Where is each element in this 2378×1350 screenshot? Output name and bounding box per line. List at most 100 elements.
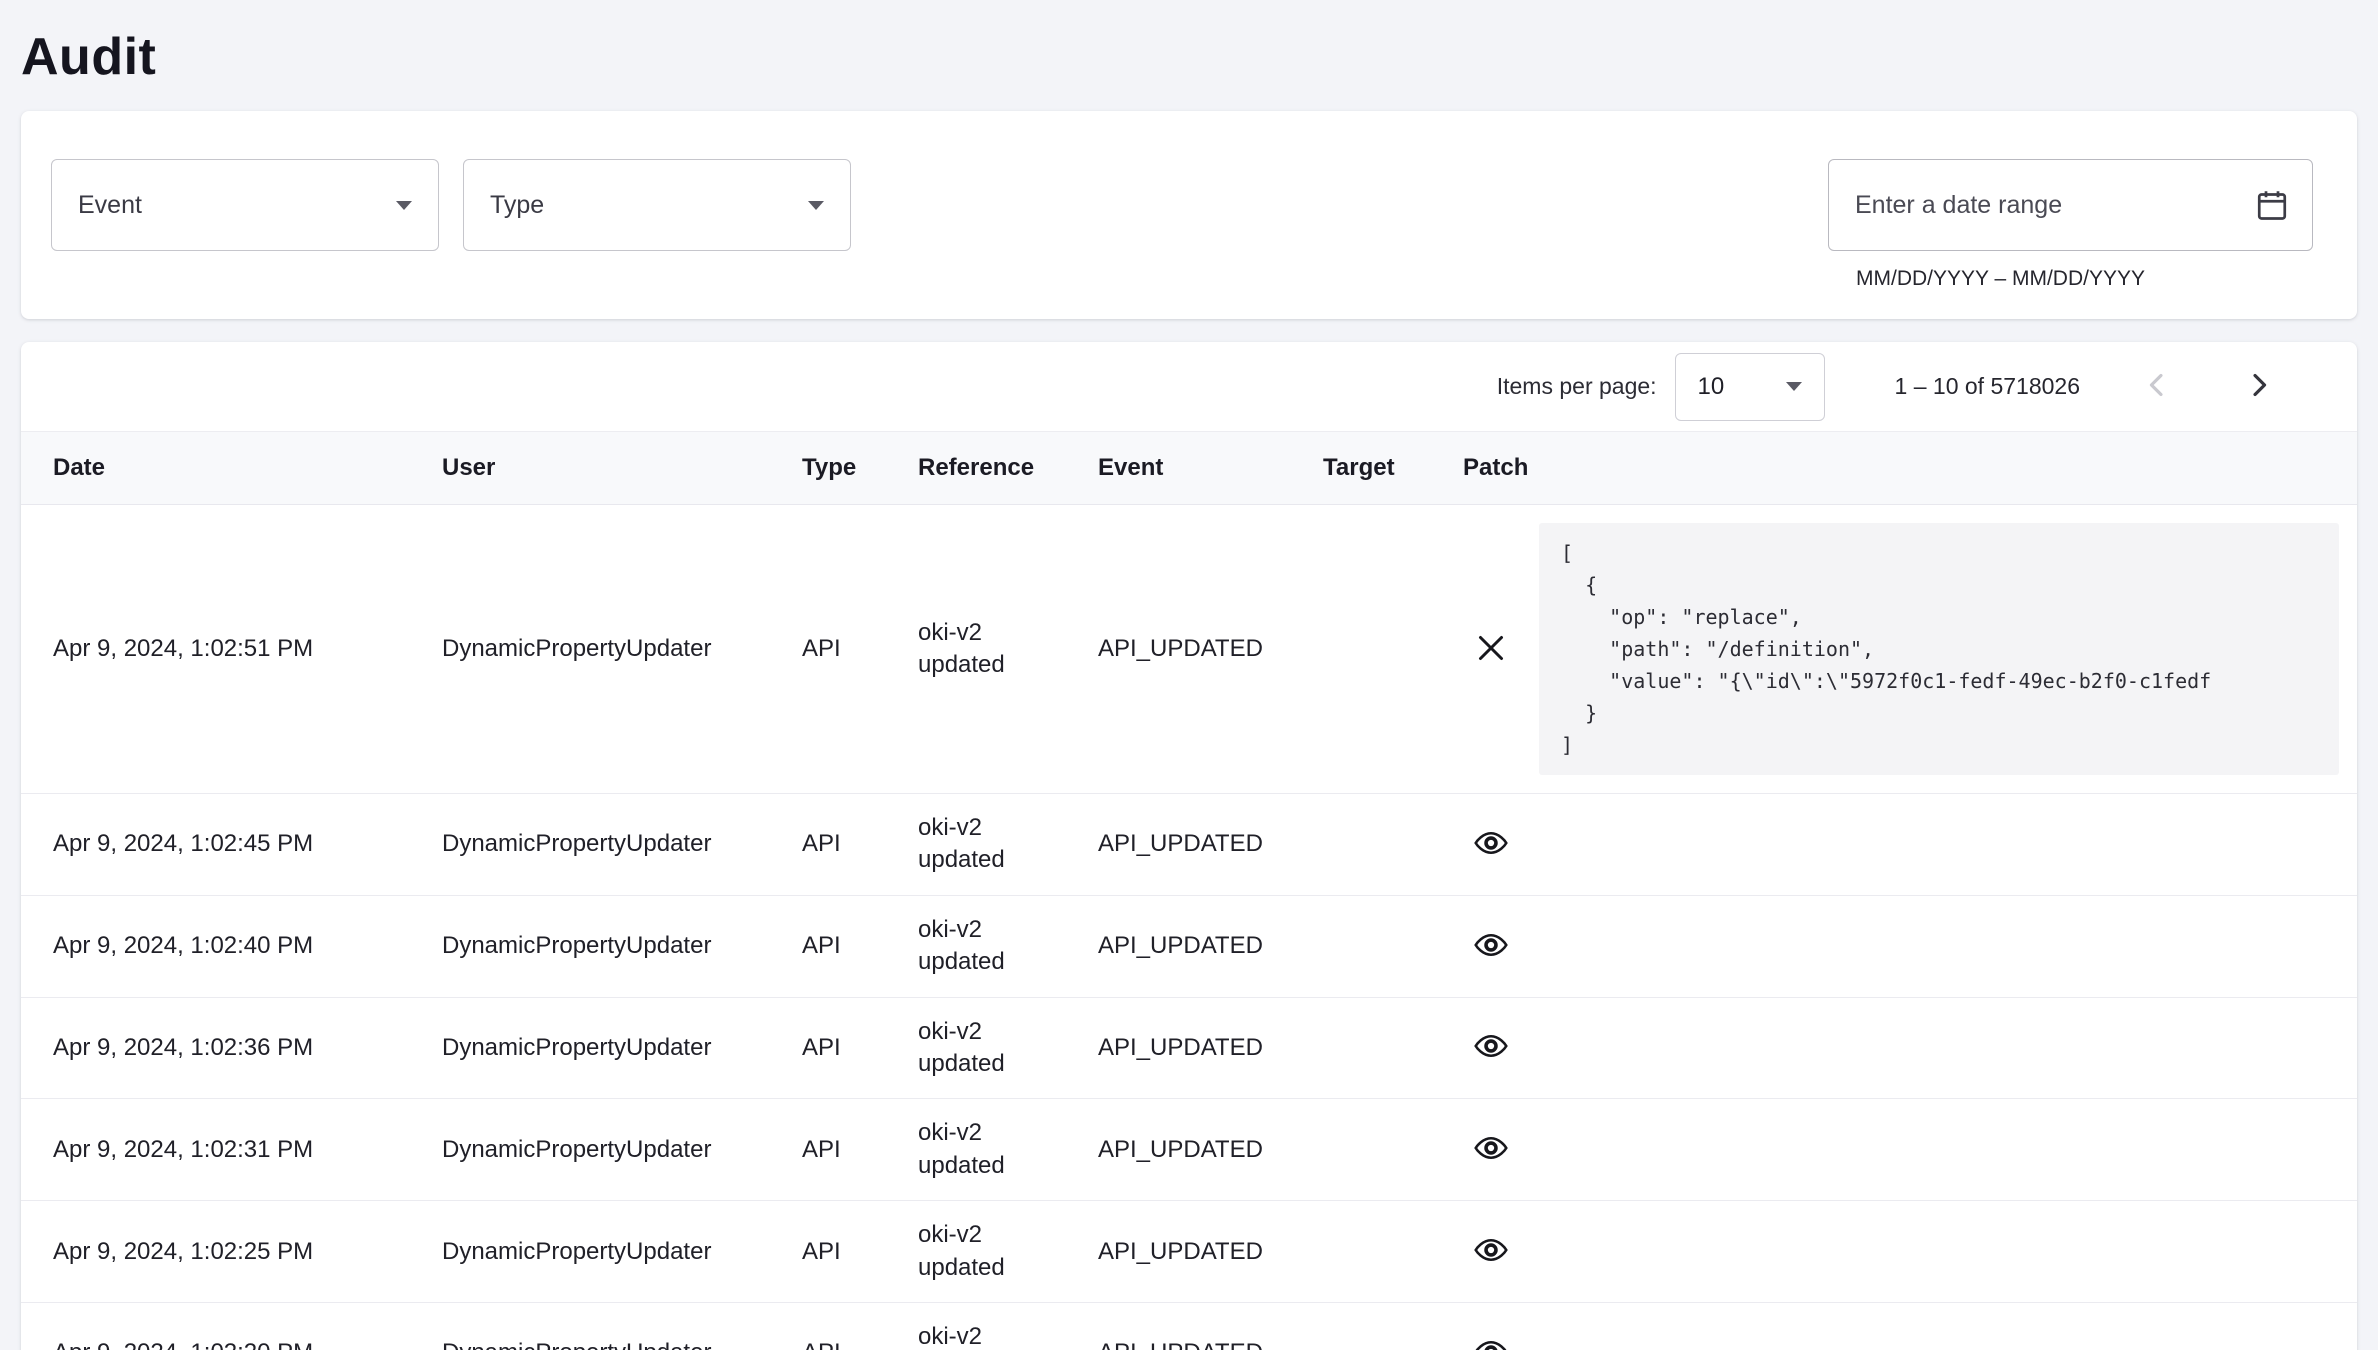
cell-date: Apr 9, 2024, 1:02:40 PM [21,895,426,997]
cell-target [1307,1201,1447,1303]
next-page-button[interactable] [2234,360,2284,413]
date-format-hint: MM/DD/YYYY – MM/DD/YYYY [1828,267,2313,291]
column-header-target: Target [1307,432,1447,505]
cell-patch [1447,997,2357,1099]
cell-patch [1447,895,2357,997]
type-filter-select[interactable]: Type [463,159,851,251]
chevron-left-icon [2138,366,2176,407]
view-patch-button[interactable] [1469,821,1513,868]
collapse-patch-button[interactable] [1469,626,1513,673]
pagination-range-label: 1 – 10 of 5718026 [1895,373,2080,400]
cell-type: API [786,895,902,997]
table-row: Apr 9, 2024, 1:02:31 PM DynamicPropertyU… [21,1099,2357,1201]
type-filter-label: Type [490,191,544,220]
cell-target [1307,1302,1447,1350]
audit-table: Date User Type Reference Event Target Pa… [21,431,2357,1350]
table-header-row: Date User Type Reference Event Target Pa… [21,432,2357,505]
chevron-right-icon [2240,366,2278,407]
date-range-input[interactable] [1855,191,2254,220]
view-patch-button[interactable] [1469,1330,1513,1350]
patch-code-block: [ { "op": "replace", "path": "/definitio… [1539,523,2339,775]
cell-patch [1447,1099,2357,1201]
view-patch-button[interactable] [1469,1024,1513,1071]
cell-event: API_UPDATED [1082,895,1307,997]
cell-patch [1447,794,2357,896]
eye-icon [1473,927,1509,966]
eye-icon [1473,1334,1509,1350]
audit-table-card: Items per page: 10 1 – 10 of 5718026 [21,342,2357,1350]
cell-target [1307,505,1447,794]
cell-type: API [786,1201,902,1303]
eye-icon [1473,1028,1509,1067]
eye-icon [1473,825,1509,864]
chevron-down-icon [1786,382,1802,391]
cell-patch [1447,1302,2357,1350]
cell-type: API [786,794,902,896]
cell-event: API_UPDATED [1082,1201,1307,1303]
cell-reference: oki-v2 updated [902,505,1082,794]
cell-type: API [786,1302,902,1350]
calendar-icon[interactable] [2254,187,2290,223]
cell-reference: oki-v2 updated [902,1302,1082,1350]
table-row: Apr 9, 2024, 1:02:45 PM DynamicPropertyU… [21,794,2357,896]
date-range-field [1828,159,2313,251]
cell-date: Apr 9, 2024, 1:02:20 PM [21,1302,426,1350]
cell-date: Apr 9, 2024, 1:02:25 PM [21,1201,426,1303]
cell-target [1307,997,1447,1099]
cell-target [1307,895,1447,997]
column-header-event: Event [1082,432,1307,505]
cell-event: API_UPDATED [1082,1302,1307,1350]
cell-event: API_UPDATED [1082,505,1307,794]
page-title: Audit [21,27,2357,87]
cell-target [1307,794,1447,896]
event-filter-select[interactable]: Event [51,159,439,251]
cell-user: DynamicPropertyUpdater [426,997,786,1099]
close-icon [1473,630,1509,669]
column-header-reference: Reference [902,432,1082,505]
chevron-down-icon [808,201,824,210]
items-per-page-select[interactable]: 10 [1675,353,1825,421]
items-per-page-value: 10 [1698,373,1725,401]
column-header-user: User [426,432,786,505]
column-header-type: Type [786,432,902,505]
table-row: Apr 9, 2024, 1:02:36 PM DynamicPropertyU… [21,997,2357,1099]
eye-icon [1473,1232,1509,1271]
cell-type: API [786,1099,902,1201]
cell-type: API [786,505,902,794]
pagination-bar: Items per page: 10 1 – 10 of 5718026 [21,342,2357,431]
cell-user: DynamicPropertyUpdater [426,794,786,896]
date-range-group: MM/DD/YYYY – MM/DD/YYYY [1828,159,2313,291]
filter-bar: Event Type MM/DD/YYYY – MM/DD/YYYY [21,111,2357,319]
table-row: Apr 9, 2024, 1:02:51 PM DynamicPropertyU… [21,505,2357,794]
cell-patch [1447,1201,2357,1303]
items-per-page-label: Items per page: [1497,373,1657,400]
table-row: Apr 9, 2024, 1:02:20 PM DynamicPropertyU… [21,1302,2357,1350]
view-patch-button[interactable] [1469,923,1513,970]
view-patch-button[interactable] [1469,1228,1513,1275]
cell-date: Apr 9, 2024, 1:02:31 PM [21,1099,426,1201]
cell-type: API [786,997,902,1099]
event-filter-label: Event [78,191,142,220]
cell-user: DynamicPropertyUpdater [426,505,786,794]
audit-page: Audit Event Type MM/DD/YYYY – MM/DD/YYYY [0,27,2378,1350]
eye-icon [1473,1130,1509,1169]
cell-date: Apr 9, 2024, 1:02:36 PM [21,997,426,1099]
cell-reference: oki-v2 updated [902,1201,1082,1303]
column-header-date: Date [21,432,426,505]
column-header-patch: Patch [1447,432,2357,505]
cell-target [1307,1099,1447,1201]
table-row: Apr 9, 2024, 1:02:25 PM DynamicPropertyU… [21,1201,2357,1303]
cell-reference: oki-v2 updated [902,794,1082,896]
cell-date: Apr 9, 2024, 1:02:45 PM [21,794,426,896]
view-patch-button[interactable] [1469,1126,1513,1173]
cell-reference: oki-v2 updated [902,895,1082,997]
chevron-down-icon [396,201,412,210]
cell-user: DynamicPropertyUpdater [426,1201,786,1303]
table-row: Apr 9, 2024, 1:02:40 PM DynamicPropertyU… [21,895,2357,997]
cell-user: DynamicPropertyUpdater [426,1099,786,1201]
previous-page-button[interactable] [2132,360,2182,413]
cell-event: API_UPDATED [1082,794,1307,896]
cell-date: Apr 9, 2024, 1:02:51 PM [21,505,426,794]
cell-patch: [ { "op": "replace", "path": "/definitio… [1447,505,2357,794]
cell-reference: oki-v2 updated [902,997,1082,1099]
